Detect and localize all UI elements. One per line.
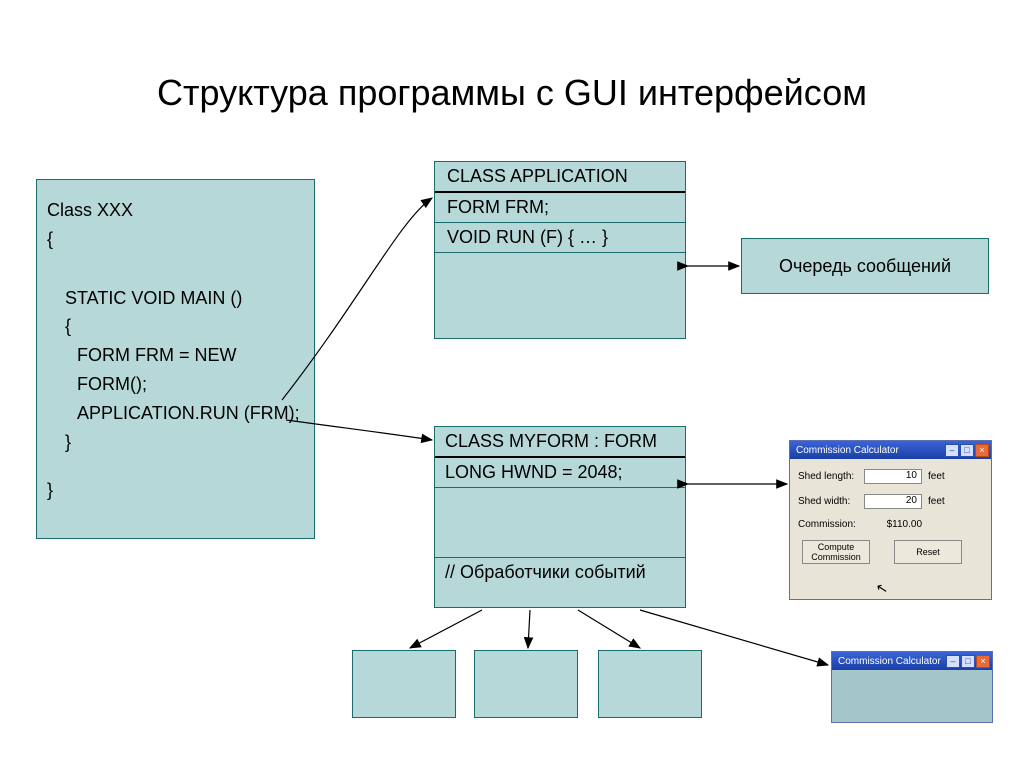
code-line: { [47, 312, 304, 341]
maximize-icon[interactable]: □ [961, 655, 975, 668]
window-title: Commission Calculator [838, 656, 941, 667]
close-icon[interactable]: × [975, 444, 989, 457]
minimize-icon[interactable]: – [945, 444, 959, 457]
code-line: { [47, 225, 304, 254]
handler-box [598, 650, 702, 718]
window-titlebar: Commission Calculator – □ × [790, 441, 991, 459]
window-commission-calculator-small: Commission Calculator – □ × [831, 651, 993, 723]
class-member: // Обработчики событий [435, 558, 685, 587]
field-label: Shed length: [798, 471, 864, 482]
unit-label: feet [928, 471, 945, 482]
box-class-application: CLASS APPLICATION FORM FRM; VOID RUN (F)… [434, 161, 686, 339]
maximize-icon[interactable]: □ [960, 444, 974, 457]
commission-value: $110.00 [864, 519, 922, 530]
class-member: FORM FRM; [435, 193, 685, 223]
window-commission-calculator: Commission Calculator – □ × Shed length:… [789, 440, 992, 600]
box-class-xxx: Class XXX { STATIC VOID MAIN () { FORM F… [36, 179, 315, 539]
code-line: } [47, 476, 304, 505]
class-header: CLASS APPLICATION [435, 162, 685, 193]
box-message-queue: Очередь сообщений [741, 238, 989, 294]
close-icon[interactable]: × [976, 655, 990, 668]
class-member: LONG HWND = 2048; [435, 458, 685, 488]
field-label: Shed width: [798, 496, 864, 507]
class-empty-row [435, 488, 685, 558]
queue-label: Очередь сообщений [779, 256, 951, 277]
slide-title: Структура программы с GUI интерфейсом [0, 72, 1024, 114]
handler-box [474, 650, 578, 718]
code-line: STATIC VOID MAIN () [47, 284, 304, 313]
compute-commission-button[interactable]: Compute Commission [802, 540, 870, 564]
window-title: Commission Calculator [796, 445, 899, 456]
code-line: } [47, 428, 304, 457]
code-line: Class XXX [47, 196, 304, 225]
window-titlebar: Commission Calculator – □ × [832, 652, 992, 670]
shed-width-input[interactable]: 20 [864, 494, 922, 509]
box-class-myform: CLASS MYFORM : FORM LONG HWND = 2048; //… [434, 426, 686, 608]
class-member: VOID RUN (F) { … } [435, 223, 685, 253]
shed-length-input[interactable]: 10 [864, 469, 922, 484]
class-header: CLASS MYFORM : FORM [435, 427, 685, 458]
code-line: APPLICATION.RUN (FRM); [47, 399, 304, 428]
reset-button[interactable]: Reset [894, 540, 962, 564]
class-empty-row [435, 253, 685, 287]
minimize-icon[interactable]: – [946, 655, 960, 668]
unit-label: feet [928, 496, 945, 507]
field-label: Commission: [798, 519, 864, 530]
handler-box [352, 650, 456, 718]
code-line: FORM FRM = NEW FORM(); [47, 341, 304, 399]
